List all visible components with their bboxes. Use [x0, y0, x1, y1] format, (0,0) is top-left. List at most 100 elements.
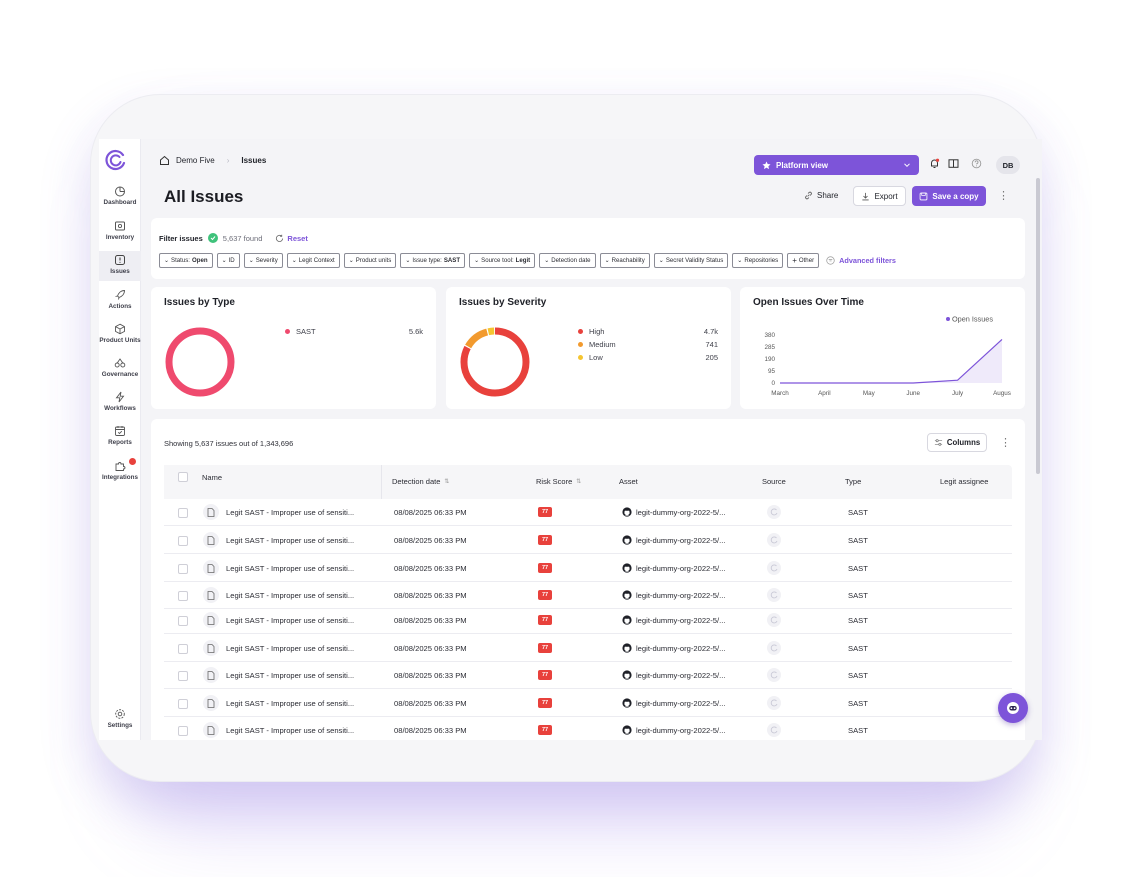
filter-chip-legit-context[interactable]: ⌄Legit Context	[287, 253, 340, 268]
advanced-filters-label: Advanced filters	[839, 256, 896, 265]
table-row[interactable]: Legit SAST - Improper use of sensiti...0…	[164, 662, 1012, 689]
column-header-name[interactable]: Name	[164, 465, 382, 499]
select-all-checkbox[interactable]	[178, 472, 188, 482]
row-checkbox[interactable]	[178, 536, 188, 546]
page-scrollbar[interactable]	[1036, 178, 1040, 474]
row-checkbox[interactable]	[178, 591, 188, 601]
asset-cell[interactable]: legit-dummy-org-2022-5/...	[622, 725, 725, 735]
columns-button[interactable]: Columns	[927, 433, 987, 452]
issue-name[interactable]: Legit SAST - Improper use of sensiti...	[226, 726, 354, 735]
sidebar-item-reports[interactable]: Reports	[99, 425, 141, 451]
column-header-risk-score[interactable]: Risk Score⇅	[536, 477, 581, 486]
sidebar-item-governance[interactable]: Governance	[99, 357, 141, 383]
legit-logo-icon[interactable]	[105, 149, 127, 171]
asset-cell[interactable]: legit-dummy-org-2022-5/...	[622, 507, 725, 517]
row-checkbox[interactable]	[178, 699, 188, 709]
sidebar-item-dashboard[interactable]: Dashboard	[99, 185, 141, 211]
issue-name[interactable]: Legit SAST - Improper use of sensiti...	[226, 699, 354, 708]
check-circle-icon	[208, 233, 218, 243]
table-row[interactable]: Legit SAST - Improper use of sensiti... 0…	[164, 607, 1012, 634]
sidebar-item-settings[interactable]: Settings	[99, 708, 141, 734]
issue-name[interactable]: Legit SAST - Improper use of sensiti...	[226, 564, 354, 573]
breadcrumb-home[interactable]: Demo Five	[176, 156, 215, 165]
advanced-filters-button[interactable]: Advanced filters	[826, 256, 896, 265]
asset-cell[interactable]: legit-dummy-org-2022-5/...	[622, 670, 725, 680]
table-row[interactable]: Legit SAST - Improper use of sensiti...0…	[164, 499, 1012, 526]
column-header-assignee[interactable]: Legit assignee	[940, 477, 988, 486]
risk-score-badge: 77	[538, 507, 552, 517]
table-row[interactable]: Legit SAST - Improper use of sensiti...0…	[164, 717, 1012, 740]
sidebar-item-integrations[interactable]: Integrations	[99, 460, 141, 486]
table-more-icon[interactable]: ⋮	[1000, 436, 1010, 449]
issue-name[interactable]: Legit SAST - Improper use of sensiti...	[226, 671, 354, 680]
asset-cell[interactable]: legit-dummy-org-2022-5/...	[622, 643, 725, 653]
table-row[interactable]: Legit SAST - Improper use of sensiti...0…	[164, 582, 1012, 609]
filter-chip-id[interactable]: ⌄ID	[217, 253, 240, 268]
filter-chip-severity[interactable]: ⌄Severity	[244, 253, 283, 268]
issue-name[interactable]: Legit SAST - Improper use of sensiti...	[226, 644, 354, 653]
column-header-detection-date[interactable]: Detection date⇅	[392, 477, 449, 486]
share-button[interactable]: Share	[804, 191, 838, 200]
platform-view-dropdown[interactable]: Platform view	[754, 155, 919, 175]
chevron-down-icon: ⌄	[659, 257, 664, 264]
sidebar-item-product-units[interactable]: Product Units	[99, 323, 141, 349]
filter-chip-product-units[interactable]: ⌄Product units	[344, 253, 397, 268]
table-row[interactable]: Legit SAST - Improper use of sensiti...0…	[164, 527, 1012, 554]
risk-score-badge: 77	[538, 535, 552, 545]
filter-chip-secret-validity[interactable]: ⌄Secret Validity Status	[654, 253, 729, 268]
home-icon[interactable]	[159, 155, 170, 166]
row-checkbox[interactable]	[178, 726, 188, 736]
issue-name[interactable]: Legit SAST - Improper use of sensiti...	[226, 591, 354, 600]
x-tick-label: July	[952, 390, 964, 397]
issue-name[interactable]: Legit SAST - Improper use of sensiti...	[226, 508, 354, 517]
column-header-source[interactable]: Source	[762, 477, 786, 486]
asset-cell[interactable]: legit-dummy-org-2022-5/...	[622, 535, 725, 545]
row-checkbox[interactable]	[178, 616, 188, 626]
sidebar-item-inventory[interactable]: Inventory	[99, 220, 141, 246]
sidebar-item-workflows[interactable]: Workflows	[99, 391, 141, 417]
file-icon	[203, 640, 219, 656]
save-copy-button[interactable]: Save a copy	[912, 186, 986, 206]
donut-slice-sast[interactable]	[169, 331, 231, 393]
help-icon[interactable]	[971, 158, 982, 169]
filter-chip-other[interactable]: +Other	[787, 253, 819, 268]
avatar[interactable]: DB	[996, 156, 1020, 174]
chat-assistant-button[interactable]	[998, 693, 1028, 723]
row-checkbox[interactable]	[178, 564, 188, 574]
sidebar-item-actions[interactable]: Actions	[99, 289, 141, 315]
y-tick-label: 0	[771, 380, 775, 387]
filter-chip-detection-date[interactable]: ⌄Detection date	[539, 253, 595, 268]
calendar-check-icon	[114, 425, 126, 437]
asset-cell[interactable]: legit-dummy-org-2022-5/...	[622, 563, 725, 573]
filter-chip-repositories[interactable]: ⌄Repositories	[732, 253, 783, 268]
asset-cell[interactable]: legit-dummy-org-2022-5/...	[622, 590, 725, 600]
export-button[interactable]: Export	[853, 186, 906, 206]
more-options-icon[interactable]: ⋮	[998, 189, 1008, 202]
filter-chip-reachability[interactable]: ⌄Reachability	[600, 253, 650, 268]
row-checkbox[interactable]	[178, 644, 188, 654]
issue-name[interactable]: Legit SAST - Improper use of sensiti...	[226, 536, 354, 545]
sidebar-item-issues[interactable]: Issues	[99, 251, 141, 281]
table-row[interactable]: Legit SAST - Improper use of sensiti...0…	[164, 555, 1012, 582]
y-tick-label: 380	[764, 332, 775, 339]
filter-chip-issue-type[interactable]: ⌄Issue type:SAST	[400, 253, 465, 268]
bell-icon[interactable]	[929, 158, 940, 169]
column-header-asset[interactable]: Asset	[619, 477, 638, 486]
row-checkbox[interactable]	[178, 508, 188, 518]
detection-date: 08/08/2025 06:33 PM	[394, 616, 467, 625]
filter-chip-status[interactable]: ⌄Status:Open	[159, 253, 213, 268]
reset-button[interactable]: Reset	[275, 234, 307, 243]
table-row[interactable]: Legit SAST - Improper use of sensiti... 0…	[164, 635, 1012, 662]
asset-cell[interactable]: legit-dummy-org-2022-5/...	[622, 615, 725, 625]
book-icon[interactable]	[948, 158, 959, 169]
detection-date: 08/08/2025 06:33 PM	[394, 644, 467, 653]
row-checkbox[interactable]	[178, 671, 188, 681]
save-copy-label: Save a copy	[932, 192, 978, 201]
table-row[interactable]: Legit SAST - Improper use of sensiti...0…	[164, 690, 1012, 717]
asset-cell[interactable]: legit-dummy-org-2022-5/...	[622, 698, 725, 708]
column-header-type[interactable]: Type	[845, 477, 861, 486]
issue-type: SAST	[848, 564, 868, 573]
issue-type: SAST	[848, 726, 868, 735]
issue-name[interactable]: Legit SAST - Improper use of sensiti...	[226, 616, 354, 625]
filter-chip-source-tool[interactable]: ⌄Source tool:Legit	[469, 253, 535, 268]
